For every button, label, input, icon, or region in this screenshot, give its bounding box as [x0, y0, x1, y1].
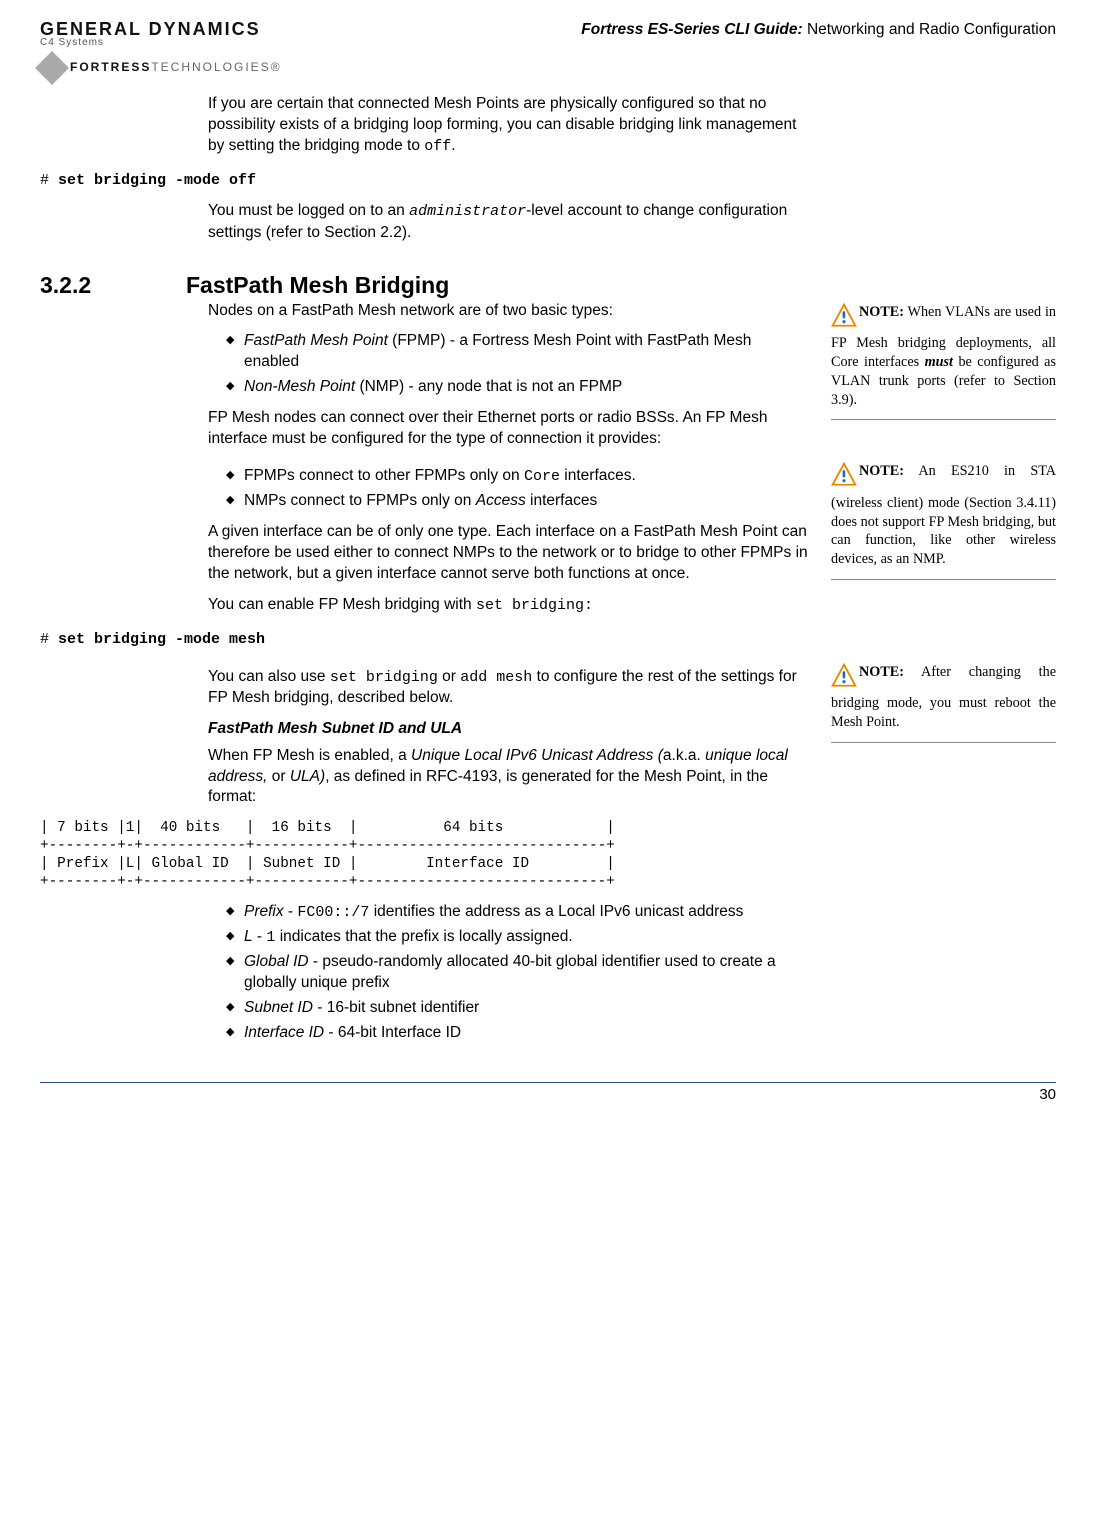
interface-list: FPMPs connect to other FPMPs only on Cor… — [208, 466, 809, 512]
logo-technologies-text: TECHNOLOGIES® — [151, 60, 281, 74]
subhead-ula: FastPath Mesh Subnet ID and ULA — [208, 719, 809, 740]
note2-label: NOTE: — [859, 463, 904, 479]
cmd2-text: set bridging -mode mesh — [58, 631, 265, 648]
p5: A given interface can be of only one typ… — [208, 522, 809, 585]
ula-fields-list: Prefix - FC00::/7 identifies the address… — [208, 902, 809, 1044]
warning-icon — [831, 462, 857, 494]
p7c: or — [438, 668, 460, 685]
li4b: Access — [476, 492, 526, 509]
li8b: - 16-bit subnet identifier — [313, 999, 479, 1016]
li9b: - 64-bit Interface ID — [324, 1024, 461, 1041]
p8a: When FP Mesh is enabled, a — [208, 747, 411, 764]
li9a: Interface ID — [244, 1024, 324, 1041]
li8a: Subnet ID — [244, 999, 313, 1016]
p7: You can also use set bridging or add mes… — [208, 667, 809, 709]
li3a: FPMPs connect to other FPMPs only on — [244, 467, 524, 484]
list-item: L - 1 indicates that the prefix is local… — [226, 927, 809, 948]
p6: You can enable FP Mesh bridging with set… — [208, 595, 809, 616]
li3c: interfaces. — [560, 467, 636, 484]
p8b: Unique Local IPv6 Unicast Address ( — [411, 747, 663, 764]
p3: Nodes on a FastPath Mesh network are of … — [208, 301, 809, 322]
p8f: ULA) — [290, 768, 325, 785]
list-item: Interface ID - 64-bit Interface ID — [226, 1023, 809, 1044]
li1a: FastPath Mesh Point — [244, 332, 388, 349]
li4a: NMPs connect to FPMPs only on — [244, 492, 476, 509]
li6d: indicates that the prefix is locally ass… — [275, 928, 572, 945]
warning-icon — [831, 663, 857, 695]
li6b: - — [253, 928, 267, 945]
li6a: L — [244, 928, 253, 945]
li5b: - — [284, 903, 298, 920]
logo-general-dynamics: GENERAL DYNAMICS — [40, 20, 282, 38]
p1b-mono: off — [424, 138, 451, 155]
p6b-mono: set bridging: — [476, 597, 593, 614]
sidenote-es210: NOTE: An ES210 in STA (wireless client) … — [831, 460, 1056, 580]
ula-format-diagram: | 7 bits |1| 40 bits | 16 bits | 64 bits… — [40, 820, 1056, 891]
page-title: Fortress ES-Series CLI Guide: Networking… — [581, 20, 1056, 41]
p1c: . — [451, 137, 455, 154]
cmd1-prompt: # — [40, 172, 58, 189]
title-rest: Networking and Radio Configuration — [803, 21, 1056, 38]
li7a: Global ID — [244, 953, 309, 970]
section-heading: 3.2.2 FastPath Mesh Bridging — [40, 270, 1056, 301]
note1-label: NOTE: — [859, 304, 904, 320]
sidenote-reboot: NOTE: After changing the bridging mode, … — [831, 661, 1056, 743]
cmd1-text: set bridging -mode off — [58, 172, 256, 189]
li2a: Non-Mesh Point — [244, 378, 355, 395]
sidenote-vlan: NOTE: When VLANs are used in FP Mesh bri… — [831, 301, 1056, 421]
list-item: Non-Mesh Point (NMP) - any node that is … — [226, 377, 809, 398]
list-item: Prefix - FC00::/7 identifies the address… — [226, 902, 809, 923]
section-number: 3.2.2 — [40, 270, 186, 301]
p7a: You can also use — [208, 668, 330, 685]
p1a: If you are certain that connected Mesh P… — [208, 95, 796, 154]
list-item: FPMPs connect to other FPMPs only on Cor… — [226, 466, 809, 487]
list-item: Global ID - pseudo-randomly allocated 40… — [226, 952, 809, 994]
logo-c4-systems: C4 Systems — [40, 38, 282, 48]
admin-note: You must be logged on to an administrato… — [208, 201, 809, 243]
list-item: FastPath Mesh Point (FPMP) - a Fortress … — [226, 331, 809, 373]
p7b-mono: set bridging — [330, 669, 438, 686]
note3-label: NOTE: — [859, 664, 904, 680]
types-list: FastPath Mesh Point (FPMP) - a Fortress … — [208, 331, 809, 398]
p2a: You must be logged on to an — [208, 202, 409, 219]
li5c-mono: FC00::/7 — [297, 904, 369, 921]
li2b: (NMP) - any node that is not an FPMP — [355, 378, 622, 395]
li5d: identifies the address as a Local IPv6 u… — [369, 903, 743, 920]
cmd2-prompt: # — [40, 631, 58, 648]
title-italic: Fortress ES-Series CLI Guide: — [581, 21, 802, 38]
p4: FP Mesh nodes can connect over their Eth… — [208, 408, 809, 450]
warning-icon — [831, 303, 857, 335]
intro-paragraph: If you are certain that connected Mesh P… — [208, 94, 809, 157]
list-item: Subnet ID - 16-bit subnet identifier — [226, 998, 809, 1019]
cmd-set-bridging-mesh: # set bridging -mode mesh — [40, 630, 1056, 650]
p8: When FP Mesh is enabled, a Unique Local … — [208, 746, 809, 809]
p6a: You can enable FP Mesh bridging with — [208, 596, 476, 613]
p8e: or — [267, 768, 289, 785]
section-title: FastPath Mesh Bridging — [186, 270, 449, 301]
p7d-mono: add mesh — [460, 669, 532, 686]
note1b: must — [925, 354, 953, 370]
li5a: Prefix — [244, 903, 284, 920]
page-footer: 30 — [40, 1082, 1056, 1105]
diamond-icon — [35, 51, 69, 85]
list-item: NMPs connect to FPMPs only on Access int… — [226, 491, 809, 512]
logo-fortress-text: FORTRESS — [70, 60, 151, 74]
page-number: 30 — [1039, 1085, 1056, 1105]
li4c: interfaces — [526, 492, 598, 509]
li3b-mono: Core — [524, 468, 560, 485]
logo-fortress: FORTRESSTECHNOLOGIES® — [40, 56, 282, 80]
li7b: - pseudo-randomly allocated 40-bit globa… — [244, 953, 776, 991]
page-header: GENERAL DYNAMICS C4 Systems FORTRESSTECH… — [40, 20, 1056, 80]
p8c: a.k.a. — [663, 747, 705, 764]
cmd-set-bridging-off: # set bridging -mode off — [40, 171, 1056, 191]
p2b-mono: administrator — [409, 203, 526, 220]
logo-block: GENERAL DYNAMICS C4 Systems FORTRESSTECH… — [40, 20, 282, 80]
